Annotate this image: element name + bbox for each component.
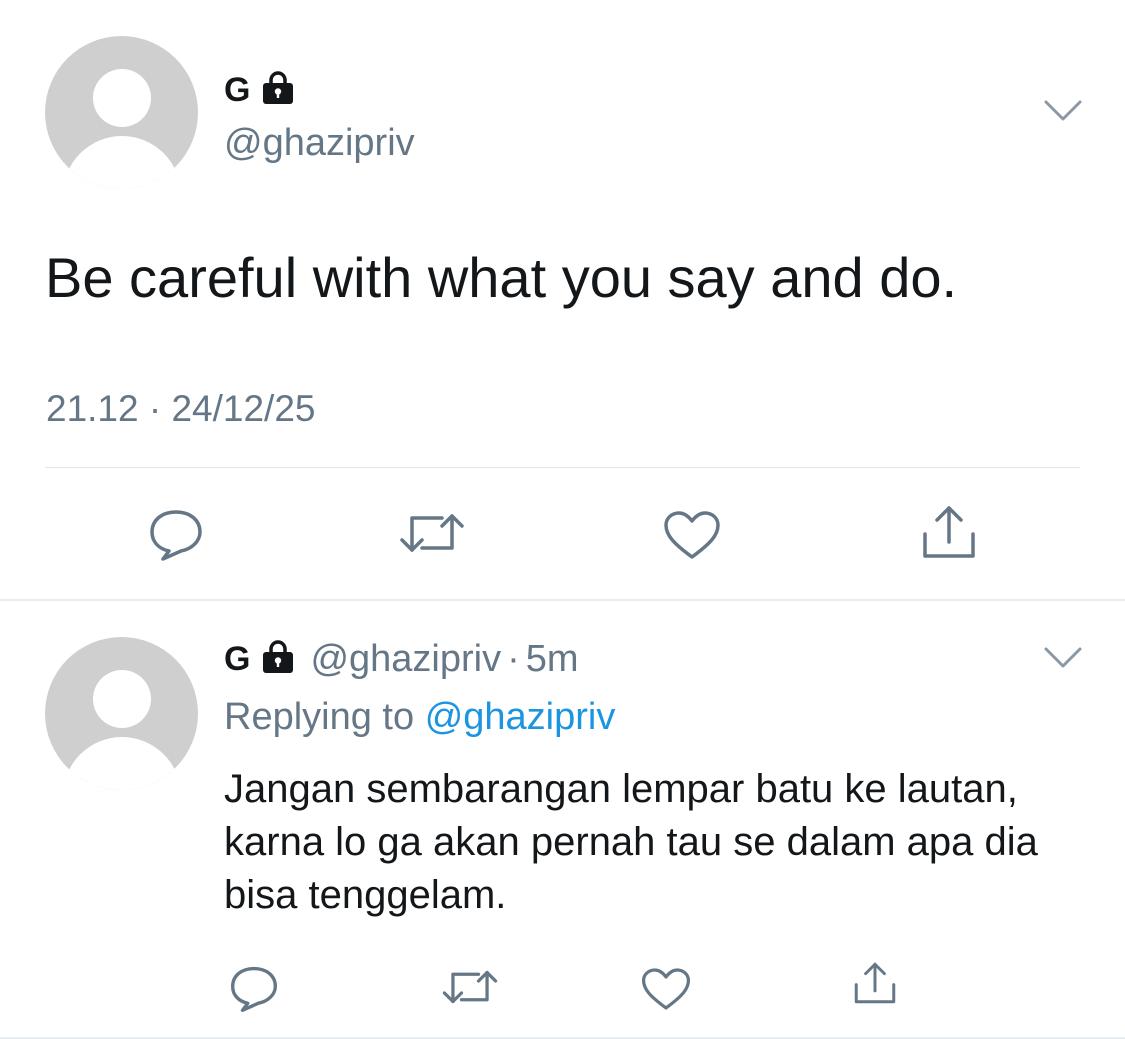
heart-icon[interactable] (641, 967, 691, 1016)
retweet-icon[interactable] (441, 967, 499, 1012)
share-icon[interactable] (917, 504, 981, 565)
author-handle[interactable]: @ghazipriv (310, 636, 501, 682)
retweet-icon[interactable] (398, 510, 466, 561)
reply-icon[interactable] (148, 508, 204, 567)
avatar-body-shape (62, 136, 181, 189)
author-name-row[interactable]: G (224, 70, 296, 110)
main-tweet: G @ghazipriv Be careful with what you sa… (0, 0, 1125, 600)
tweet-separator (0, 599, 1125, 601)
heart-icon[interactable] (663, 510, 721, 565)
avatar[interactable] (45, 36, 198, 189)
tweet-text: Be careful with what you say and do. (45, 246, 958, 309)
display-name[interactable]: G (224, 639, 250, 679)
tweet-text: Jangan sembarangan lempar batu ke lautan… (224, 767, 1038, 917)
author-handle[interactable]: @ghazipriv (224, 120, 415, 166)
replying-to-mention[interactable]: @ghazipriv (425, 696, 616, 738)
tweet-thread: G @ghazipriv Be careful with what you sa… (0, 0, 1125, 1039)
avatar-head-shape (92, 670, 151, 728)
divider (45, 467, 1080, 468)
reply-header: G @ghazipriv · 5m (224, 636, 579, 682)
avatar-body-shape (62, 737, 181, 790)
share-icon[interactable] (850, 960, 900, 1011)
replying-to: Replying to @ghazipriv (224, 693, 615, 741)
lock-icon (260, 639, 296, 679)
separator-dot: · (507, 637, 520, 680)
replying-to-label: Replying to (224, 696, 415, 738)
tweet-timestamp[interactable]: 21.12 · 24/12/25 (46, 386, 316, 432)
avatar[interactable] (45, 637, 198, 790)
chevron-down-icon[interactable] (1043, 98, 1083, 129)
display-name: G (224, 71, 251, 109)
relative-time[interactable]: 5m (526, 638, 579, 681)
reply-icon[interactable] (229, 965, 279, 1018)
chevron-down-icon[interactable] (1043, 645, 1083, 676)
avatar-head-shape (92, 69, 151, 127)
lock-icon (260, 70, 296, 110)
